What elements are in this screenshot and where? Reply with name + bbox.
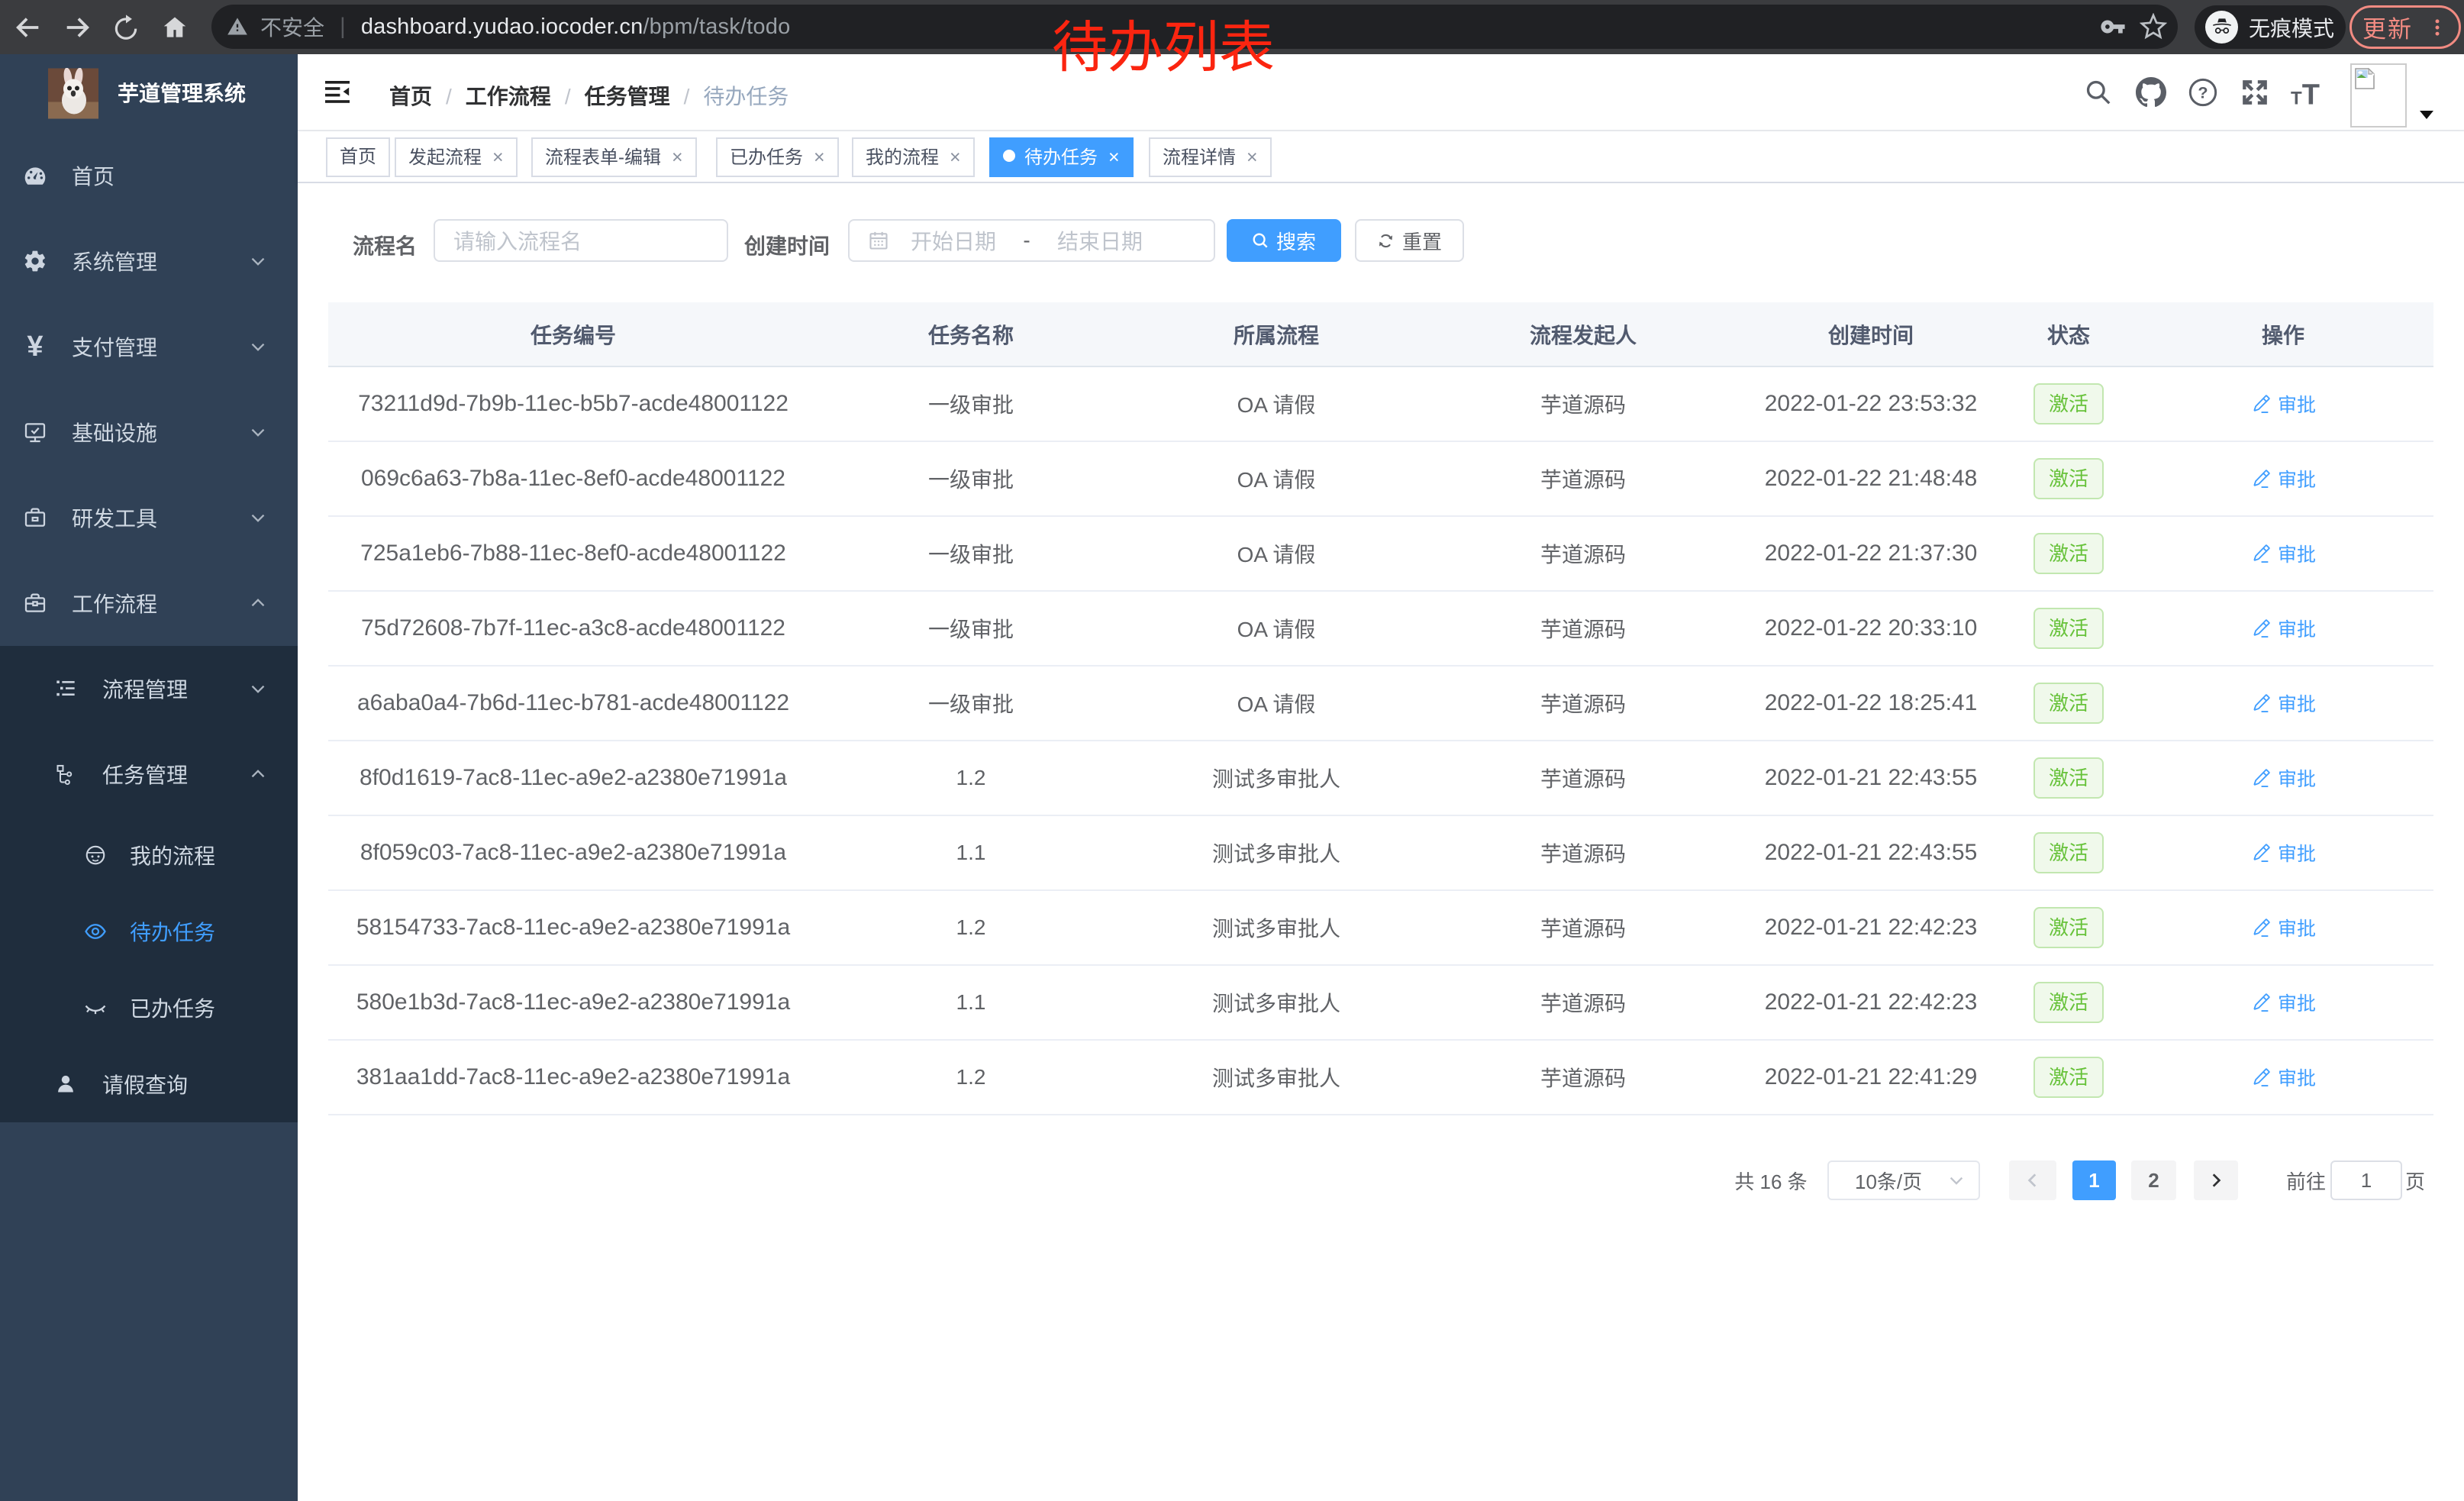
svg-text:?: ?: [2198, 83, 2208, 102]
